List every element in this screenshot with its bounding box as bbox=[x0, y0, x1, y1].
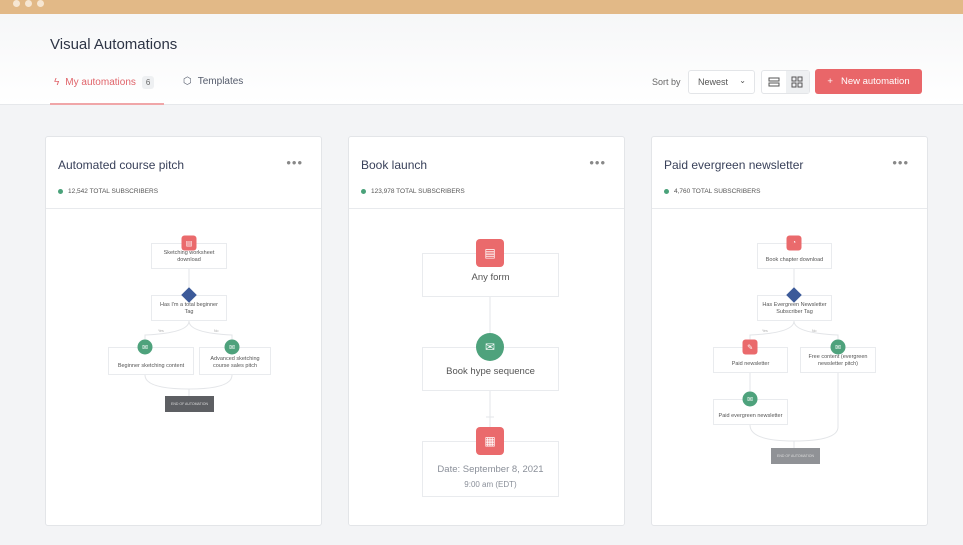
chevron-down-icon: ⌄ bbox=[739, 76, 746, 85]
page-title: Visual Automations bbox=[50, 36, 178, 53]
email-icon: ✉ bbox=[137, 339, 153, 355]
window-dot[interactable] bbox=[37, 0, 44, 7]
button-label: New automation bbox=[840, 76, 910, 87]
email-icon: ✉ bbox=[476, 333, 504, 361]
calendar-icon: ▦ bbox=[476, 427, 504, 455]
sort-label: Sort by bbox=[652, 77, 681, 87]
branch-label: No bbox=[812, 329, 817, 333]
window-titlebar bbox=[0, 0, 963, 14]
automation-card[interactable]: Book launch ••• 123,978 TOTAL SUBSCRIBER… bbox=[348, 136, 625, 526]
form-icon: ▤ bbox=[476, 239, 504, 267]
branch-label: No bbox=[214, 329, 219, 333]
delay-time: 9:00 am (EDT) bbox=[464, 479, 517, 489]
tab-label: Templates bbox=[197, 76, 244, 87]
active-tab-indicator bbox=[50, 103, 164, 105]
list-view-icon bbox=[768, 77, 780, 87]
delay-date: Date: September 8, 2021 bbox=[437, 464, 544, 476]
branch-label: Yes bbox=[762, 329, 768, 333]
end-of-automation: END OF AUTOMATION bbox=[771, 448, 820, 464]
window-dot[interactable] bbox=[25, 0, 32, 7]
count-badge: 6 bbox=[141, 76, 155, 89]
grid-view-button[interactable] bbox=[785, 71, 809, 93]
page-header: Visual Automations ϟ My automations 6 ⬡ … bbox=[0, 14, 963, 105]
sort-value: Newest bbox=[698, 77, 729, 87]
email-icon: ✉ bbox=[830, 339, 846, 355]
tab-my-automations[interactable]: ϟ My automations 6 bbox=[54, 76, 155, 89]
tab-label: My automations bbox=[65, 77, 136, 88]
plus-icon: + bbox=[827, 76, 833, 87]
form-icon: ▤ bbox=[181, 235, 197, 251]
fade-overlay bbox=[349, 500, 624, 525]
list-view-button[interactable] bbox=[762, 71, 786, 93]
grid-view-icon bbox=[791, 76, 803, 88]
flow-connectors bbox=[749, 269, 839, 448]
branch-label: Yes bbox=[158, 329, 164, 333]
email-icon: ✉ bbox=[224, 339, 240, 355]
new-automation-button[interactable]: + New automation bbox=[815, 69, 922, 94]
download-icon: ◔ bbox=[786, 235, 802, 251]
cube-icon: ⬡ bbox=[183, 76, 192, 87]
email-icon: ✉ bbox=[742, 391, 758, 407]
automation-card[interactable]: Automated course pitch ••• 12,542 TOTAL … bbox=[45, 136, 322, 526]
sort-select[interactable]: Newest ⌄ bbox=[688, 70, 755, 94]
link-icon: ✎ bbox=[742, 339, 758, 355]
lightning-icon: ϟ bbox=[54, 77, 60, 88]
window-dot[interactable] bbox=[13, 0, 20, 7]
automation-card[interactable]: Paid evergreen newsletter ••• 4,760 TOTA… bbox=[651, 136, 928, 526]
view-toggle bbox=[761, 70, 810, 94]
end-of-automation: END OF AUTOMATION bbox=[165, 396, 214, 412]
flow-connectors bbox=[144, 269, 233, 396]
tab-templates[interactable]: ⬡ Templates bbox=[183, 76, 243, 87]
